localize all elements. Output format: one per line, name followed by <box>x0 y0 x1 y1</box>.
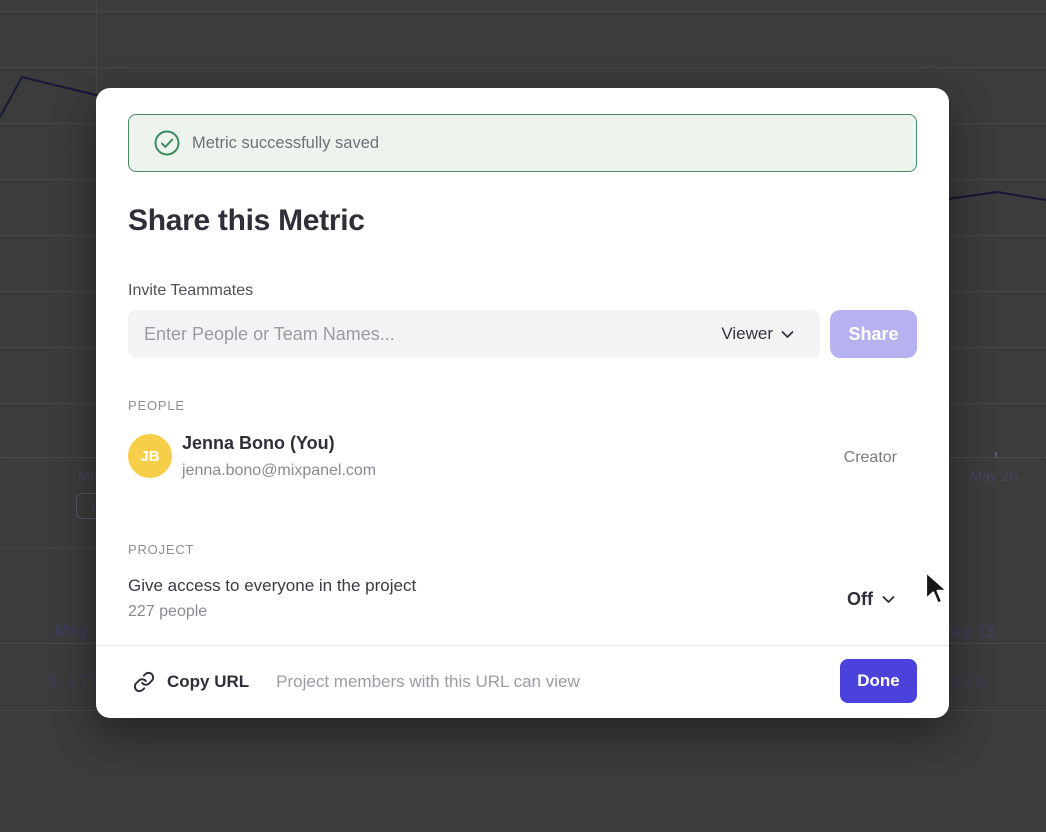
invite-teammates-label: Invite Teammates <box>128 282 253 300</box>
x-axis-label-right: May 26 <box>970 469 1018 485</box>
modal-footer: Copy URL Project members with this URL c… <box>96 646 949 718</box>
project-access-title: Give access to everyone in the project <box>128 576 416 596</box>
copy-url-button[interactable]: Copy URL <box>133 671 249 693</box>
share-metric-modal: Metric successfully saved Share this Met… <box>96 88 949 718</box>
table-value-right: 35% <box>950 674 991 692</box>
invite-input[interactable] <box>128 310 721 358</box>
role-dropdown-value: Viewer <box>721 324 773 344</box>
project-people-count: 227 people <box>128 603 207 621</box>
project-access-dropdown[interactable]: Off <box>847 589 895 610</box>
user-name: Jenna Bono (You) <box>182 433 335 454</box>
share-button[interactable]: Share <box>830 310 917 358</box>
project-access-value: Off <box>847 589 873 610</box>
user-email: jenna.bono@mixpanel.com <box>182 462 376 480</box>
user-role: Creator <box>844 449 897 467</box>
toast-message: Metric successfully saved <box>192 134 379 153</box>
copy-url-label: Copy URL <box>167 672 249 692</box>
link-icon <box>133 671 155 693</box>
chevron-down-icon <box>781 330 794 339</box>
role-dropdown[interactable]: Viewer <box>721 324 820 344</box>
success-toast: Metric successfully saved <box>128 114 917 172</box>
url-permission-hint: Project members with this URL can view <box>276 672 580 692</box>
people-section-label: PEOPLE <box>128 398 185 413</box>
table-border <box>0 548 96 549</box>
avatar: JB <box>128 434 172 478</box>
chevron-down-icon <box>882 595 895 604</box>
check-circle-icon <box>154 130 180 156</box>
modal-title: Share this Metric <box>128 204 365 238</box>
done-button[interactable]: Done <box>840 659 917 703</box>
invite-input-container: Viewer <box>128 310 820 358</box>
project-section-label: PROJECT <box>128 542 194 557</box>
